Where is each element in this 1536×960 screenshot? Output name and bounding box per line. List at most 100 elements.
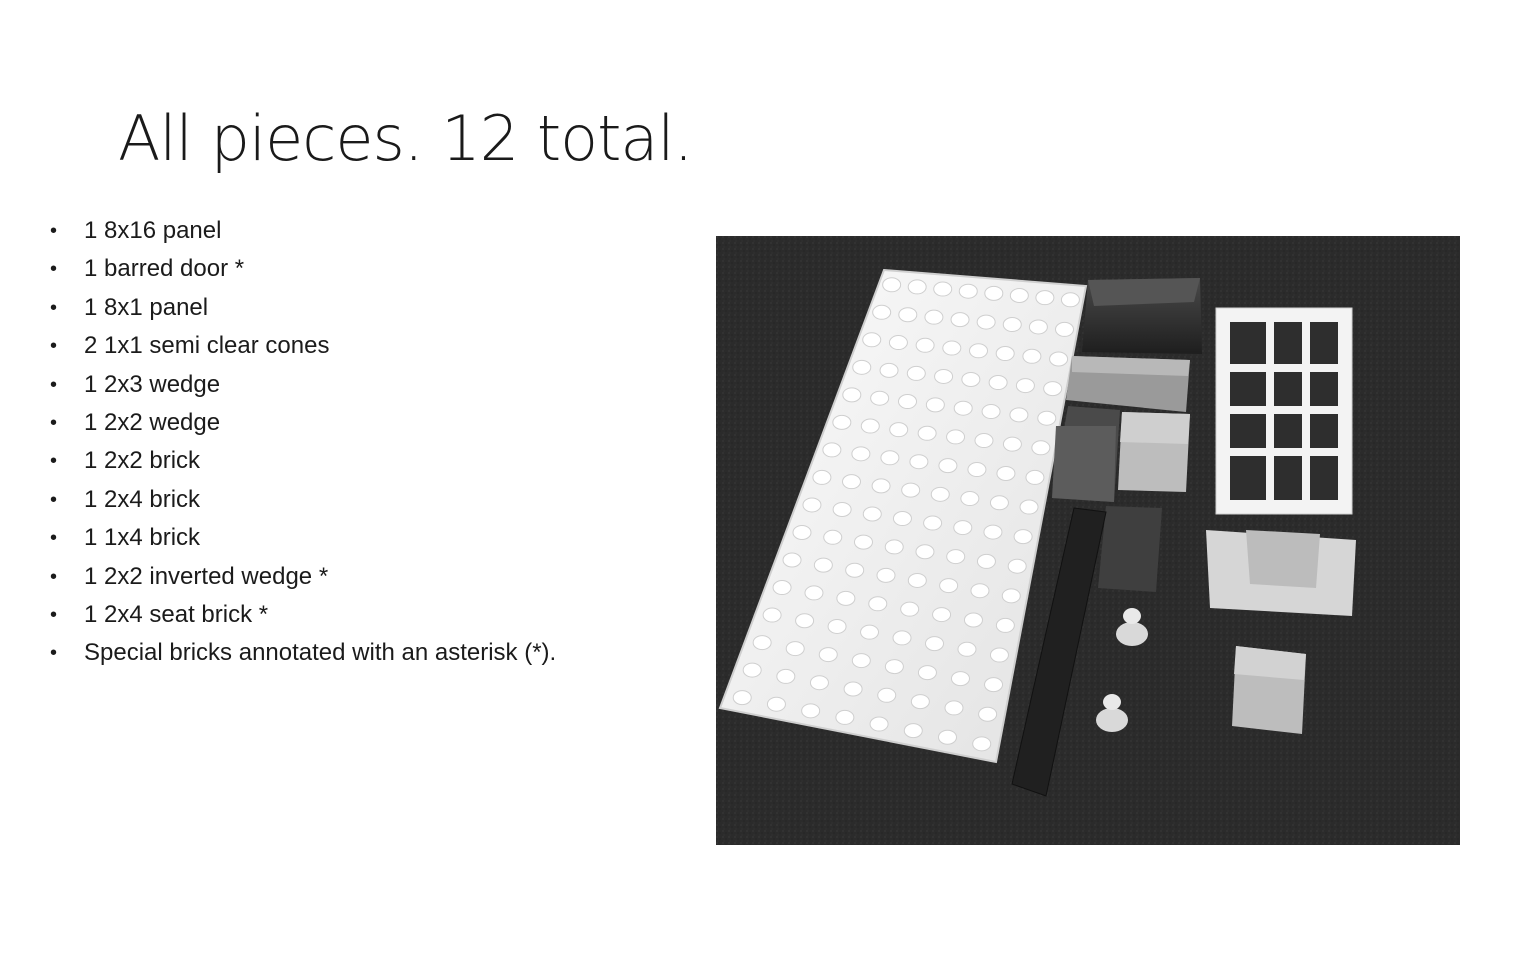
plate-stud (842, 387, 862, 403)
plate-stud (809, 675, 829, 691)
plate-stud (958, 283, 978, 299)
plate-stud (967, 462, 987, 478)
plate-stud (915, 544, 935, 560)
plate-stud (1055, 321, 1075, 337)
plate-stud (1019, 499, 1039, 515)
plate-stud (888, 335, 908, 351)
plate-stud (1002, 317, 1022, 333)
plate-stud (862, 506, 882, 522)
plate-stud (933, 281, 953, 297)
plate-stud (906, 365, 926, 381)
plate-stud (752, 635, 772, 651)
list-item: • 1 1x4 brick (40, 519, 660, 557)
plate-stud (843, 681, 863, 697)
list-item: • 1 2x4 seat brick * (40, 596, 660, 634)
list-item-text: 1 2x3 wedge (84, 370, 221, 398)
bullet-icon: • (50, 488, 58, 511)
plate-stud (892, 511, 912, 527)
wedge-2x2 (1098, 506, 1162, 592)
plate-stud (1002, 436, 1022, 452)
bullet-icon: • (50, 411, 58, 434)
plate-stud (969, 343, 989, 359)
plate-stud (823, 529, 843, 545)
plate-stud (1001, 588, 1021, 604)
pieces-list: • 1 8x16 panel • 1 barred door * • 1 8x1 pa… (40, 212, 660, 673)
plate-stud (832, 501, 852, 517)
plate-stud (742, 662, 762, 678)
list-item-text: 2 1x1 semi clear cones (84, 332, 330, 360)
list-item-text: 1 8x16 panel (84, 217, 222, 244)
plate-stud (924, 309, 944, 325)
plate-stud (932, 607, 952, 623)
plate-stud (989, 647, 1009, 663)
plate-stud (818, 647, 838, 663)
door-bar (1230, 364, 1338, 372)
plate-stud (785, 641, 805, 657)
plate-stud (898, 307, 918, 323)
plate-stud (732, 690, 752, 706)
plate-stud (1035, 290, 1055, 306)
plate-stud (976, 314, 996, 330)
list-item-text: 1 2x2 wedge (84, 408, 221, 436)
plate-stud (953, 520, 973, 536)
plate-stud (988, 375, 1008, 391)
plate-stud (937, 729, 957, 745)
plate-stud (984, 285, 1004, 301)
plate-stud (782, 552, 802, 568)
bullet-icon: • (50, 527, 58, 550)
bullet-icon: • (50, 565, 58, 588)
plate-stud (930, 486, 950, 502)
plate-stud (939, 578, 959, 594)
plate-stud (822, 442, 842, 458)
plate-stud (869, 716, 889, 732)
bullet-icon: • (50, 603, 58, 626)
plate-stud (961, 371, 981, 387)
plate-stud (772, 580, 792, 596)
plate-stud (978, 706, 998, 722)
plate-stud (924, 636, 944, 652)
plate-stud (1022, 348, 1042, 364)
plate-stud (898, 394, 918, 410)
seat-brick-2x4 (1206, 530, 1356, 616)
bullet-icon: • (50, 220, 58, 242)
list-item: • 1 8x1 panel (40, 289, 660, 327)
plate-stud (852, 359, 872, 375)
plate-stud (795, 613, 815, 629)
plate-stud (915, 337, 935, 353)
plate-stud (957, 641, 977, 657)
plate-stud (868, 596, 888, 612)
plate-stud (984, 677, 1004, 693)
plate-stud (903, 723, 923, 739)
plate-stud (871, 478, 891, 494)
plate-stud (944, 700, 964, 716)
plate-stud (983, 524, 1003, 540)
plate-stud (907, 572, 927, 588)
plate-stud (813, 557, 833, 573)
plate-stud (792, 524, 812, 540)
bullet-icon: • (50, 642, 58, 665)
bullet-icon: • (50, 296, 58, 319)
plate-stud (981, 404, 1001, 420)
plate-stud (938, 458, 958, 474)
plate-stud (1049, 351, 1069, 367)
plate-stud (900, 601, 920, 617)
plate-stud (860, 624, 880, 640)
plate-stud (910, 694, 930, 710)
door-bar (1230, 406, 1338, 414)
list-item-text: 1 barred door * (84, 255, 245, 283)
list-item: • 1 barred door * (40, 250, 660, 288)
plate-stud (925, 397, 945, 413)
plate-stud (923, 515, 943, 531)
bullet-icon: • (50, 258, 58, 281)
plate-stud (884, 539, 904, 555)
plate-stud (970, 583, 990, 599)
plate-stud (995, 617, 1015, 633)
bullet-icon: • (50, 373, 58, 396)
list-item: • 1 2x2 wedge (40, 404, 660, 442)
plate-stud (762, 607, 782, 623)
plate-stud (917, 665, 937, 681)
plate-stud (835, 709, 855, 725)
list-item-text: 1 2x4 brick (84, 485, 201, 513)
plate-stud (862, 332, 882, 348)
plate-stud (1028, 319, 1048, 335)
